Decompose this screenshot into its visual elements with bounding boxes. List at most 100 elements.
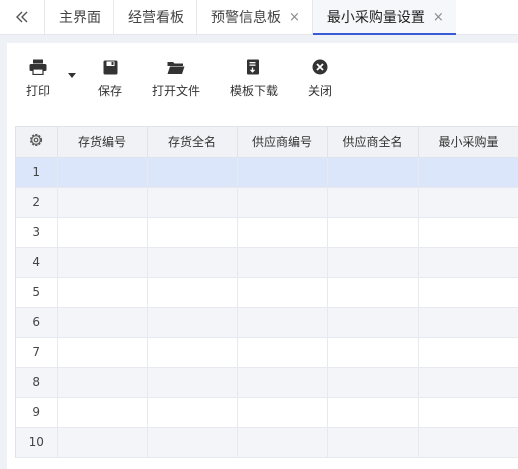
column-settings-button[interactable] [16, 127, 58, 158]
table-cell[interactable] [237, 247, 328, 278]
table-cell[interactable] [418, 277, 518, 308]
table-cell[interactable] [57, 367, 148, 398]
folder-open-icon [166, 57, 186, 77]
table-cell[interactable] [147, 337, 238, 368]
table-cell[interactable] [327, 187, 419, 218]
open-file-label: 打开文件 [152, 84, 201, 98]
tab-business-dashboard[interactable]: 经营看板 [113, 0, 196, 34]
open-file-button[interactable]: 打开文件 [152, 57, 200, 99]
table-cell[interactable] [237, 337, 328, 368]
table-cell[interactable] [147, 277, 238, 308]
double-chevron-left-icon [16, 11, 28, 23]
table-cell[interactable] [237, 277, 328, 308]
table-cell[interactable] [147, 397, 238, 428]
close-circle-icon [310, 57, 330, 77]
toolbar: 打印 保存 打开文件 模板下载 关闭 [7, 43, 518, 105]
table-cell[interactable] [57, 217, 148, 248]
column-header[interactable]: 存货编号 [57, 127, 148, 158]
table-cell[interactable] [418, 397, 518, 428]
table-header-row: 存货编号 存货全名 供应商编号 供应商全名 最小采购量 [16, 127, 518, 158]
table-cell[interactable] [147, 187, 238, 218]
template-download-label: 模板下载 [230, 84, 279, 98]
row-number: 5 [16, 277, 58, 308]
table-cell[interactable] [327, 217, 419, 248]
row-number: 4 [16, 247, 58, 278]
table-row[interactable]: 8 [16, 367, 518, 398]
table-cell[interactable] [57, 337, 148, 368]
table-row[interactable]: 1 [16, 157, 518, 188]
table-cell[interactable] [418, 187, 518, 218]
print-label: 打印 [26, 84, 51, 98]
save-button[interactable]: 保存 [98, 57, 122, 99]
tab-warning-board[interactable]: 预警信息板 × [196, 0, 312, 34]
tab-min-purchase-settings[interactable]: 最小采购量设置 × [311, 0, 456, 35]
table-cell[interactable] [57, 397, 148, 428]
download-template-icon [244, 57, 264, 77]
table-cell[interactable] [327, 277, 419, 308]
table-cell[interactable] [237, 157, 328, 188]
table-cell[interactable] [327, 427, 419, 458]
close-icon[interactable]: × [433, 10, 444, 25]
table-cell[interactable] [327, 367, 419, 398]
column-header[interactable]: 供应商全名 [327, 127, 419, 158]
table-cell[interactable] [327, 307, 419, 338]
table-cell[interactable] [418, 307, 518, 338]
table-row[interactable]: 9 [16, 397, 518, 428]
table-cell[interactable] [327, 247, 419, 278]
gear-icon [30, 134, 43, 147]
close-label: 关闭 [308, 84, 333, 98]
template-download-button[interactable]: 模板下载 [230, 57, 278, 99]
close-icon[interactable]: × [289, 10, 300, 25]
table-cell[interactable] [418, 427, 518, 458]
table-cell[interactable] [418, 337, 518, 368]
tab-label: 最小采购量设置 [326, 10, 425, 26]
table-cell[interactable] [237, 307, 328, 338]
table-row[interactable]: 5 [16, 277, 518, 308]
table-cell[interactable] [418, 217, 518, 248]
printer-icon [28, 57, 48, 77]
table-row[interactable]: 4 [16, 247, 518, 278]
column-header[interactable]: 供应商编号 [237, 127, 328, 158]
table-cell[interactable] [57, 187, 148, 218]
table-cell[interactable] [57, 427, 148, 458]
table-row[interactable]: 10 [16, 427, 518, 458]
print-dropdown-caret-icon[interactable] [68, 73, 76, 78]
table-row[interactable]: 2 [16, 187, 518, 218]
table-row[interactable]: 3 [16, 217, 518, 248]
table-cell[interactable] [237, 367, 328, 398]
table-cell[interactable] [237, 217, 328, 248]
save-label: 保存 [98, 84, 123, 98]
table-cell[interactable] [237, 427, 328, 458]
print-button[interactable]: 打印 [26, 57, 50, 99]
table-cell[interactable] [57, 247, 148, 278]
table-cell[interactable] [327, 397, 419, 428]
table-cell[interactable] [147, 217, 238, 248]
collapse-sidebar-button[interactable] [0, 0, 44, 34]
row-number: 6 [16, 307, 58, 338]
table-cell[interactable] [57, 307, 148, 338]
table-cell[interactable] [327, 157, 419, 188]
table-cell[interactable] [418, 247, 518, 278]
table-cell[interactable] [57, 277, 148, 308]
column-header[interactable]: 存货全名 [147, 127, 238, 158]
close-button[interactable]: 关闭 [308, 57, 332, 99]
column-header[interactable]: 最小采购量 [418, 127, 518, 158]
table-cell[interactable] [147, 367, 238, 398]
tab-label: 经营看板 [128, 10, 184, 26]
table-row[interactable]: 6 [16, 307, 518, 338]
row-number: 8 [16, 367, 58, 398]
table-cell[interactable] [327, 337, 419, 368]
tab-home[interactable]: 主界面 [44, 0, 113, 34]
table-row[interactable]: 7 [16, 337, 518, 368]
table-cell[interactable] [147, 247, 238, 278]
table-cell[interactable] [147, 157, 238, 188]
table-cell[interactable] [147, 427, 238, 458]
table-cell[interactable] [237, 397, 328, 428]
table-cell[interactable] [418, 157, 518, 188]
table-cell[interactable] [57, 157, 148, 188]
tab-label: 主界面 [59, 10, 101, 26]
table-cell[interactable] [237, 187, 328, 218]
table-cell[interactable] [147, 307, 238, 338]
table-cell[interactable] [418, 367, 518, 398]
row-number: 2 [16, 187, 58, 218]
